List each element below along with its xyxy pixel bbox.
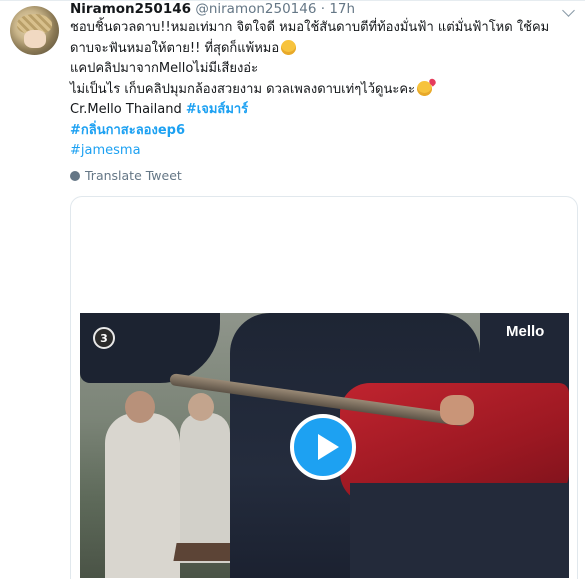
play-icon[interactable] xyxy=(290,414,356,480)
globe-icon xyxy=(70,170,80,181)
hashtag-link[interactable]: #เจมส์มาร์ xyxy=(186,102,248,117)
face-blowing-kiss-icon xyxy=(417,80,433,96)
tweet-line-1: ชอบชิ้นดวลดาบ!!หมอเท่มาก จิตใจดี หมอใช้ส… xyxy=(70,20,550,35)
tweet-line-2: ดาบจะฟันหมอให้ตาย!! ที่สุดก็แพ้หมอ xyxy=(70,40,280,56)
video-scene-person-head xyxy=(188,393,214,421)
tweet-text: ชอบชิ้นดวลดาบ!!หมอเท่มาก จิตใจดี หมอใช้ส… xyxy=(70,18,575,162)
video-scene-fighter-legs xyxy=(350,483,569,578)
avatar-face xyxy=(24,30,46,48)
credit-line: Cr.Mello Thailand #เจมส์มาร์ xyxy=(70,100,575,121)
tweet-line-4-wrap: ไม่เป็นไร เก็บคลิปมุมกล้องสวยงาม ดวลเพลง… xyxy=(70,80,575,101)
tweet-header: Niramon250146 @niramon250146 · 17h xyxy=(70,1,355,17)
hashtag-link[interactable]: #jamesma xyxy=(70,143,141,158)
translate-tweet-button[interactable]: Translate Tweet xyxy=(70,168,182,183)
tweet-time[interactable]: 17h xyxy=(329,1,355,17)
display-name[interactable]: Niramon250146 xyxy=(70,1,191,17)
tweet-line-3: แคปคลิปมาจากMelloไม่มีเสียงอ่ะ xyxy=(70,61,259,76)
chevron-down-icon[interactable] xyxy=(562,4,575,17)
tweet-line-4: ไม่เป็นไร เก็บคลิปมุมกล้องสวยงาม ดวลเพลง… xyxy=(70,81,416,97)
video-scene-person xyxy=(180,413,230,563)
hashtag-link[interactable]: #กลิ่นกาสะลองep6 xyxy=(70,123,185,138)
video-scene-person xyxy=(105,413,180,578)
user-avatar[interactable] xyxy=(10,6,59,55)
credit-prefix: Cr.Mello Thailand xyxy=(70,102,182,117)
smiling-face-icon xyxy=(281,39,297,55)
video-scene-hand xyxy=(440,395,474,425)
user-handle[interactable]: @niramon250146 xyxy=(195,1,316,17)
mello-watermark: Mello xyxy=(506,323,545,340)
channel-3-logo: 3 xyxy=(93,327,115,349)
tweet-line-2-wrap: ดาบจะฟันหมอให้ตาย!! ที่สุดก็แพ้หมอ xyxy=(70,39,575,60)
separator-dot: · xyxy=(320,1,326,17)
video-scene-person-head xyxy=(125,391,155,423)
translate-label: Translate Tweet xyxy=(85,168,182,183)
